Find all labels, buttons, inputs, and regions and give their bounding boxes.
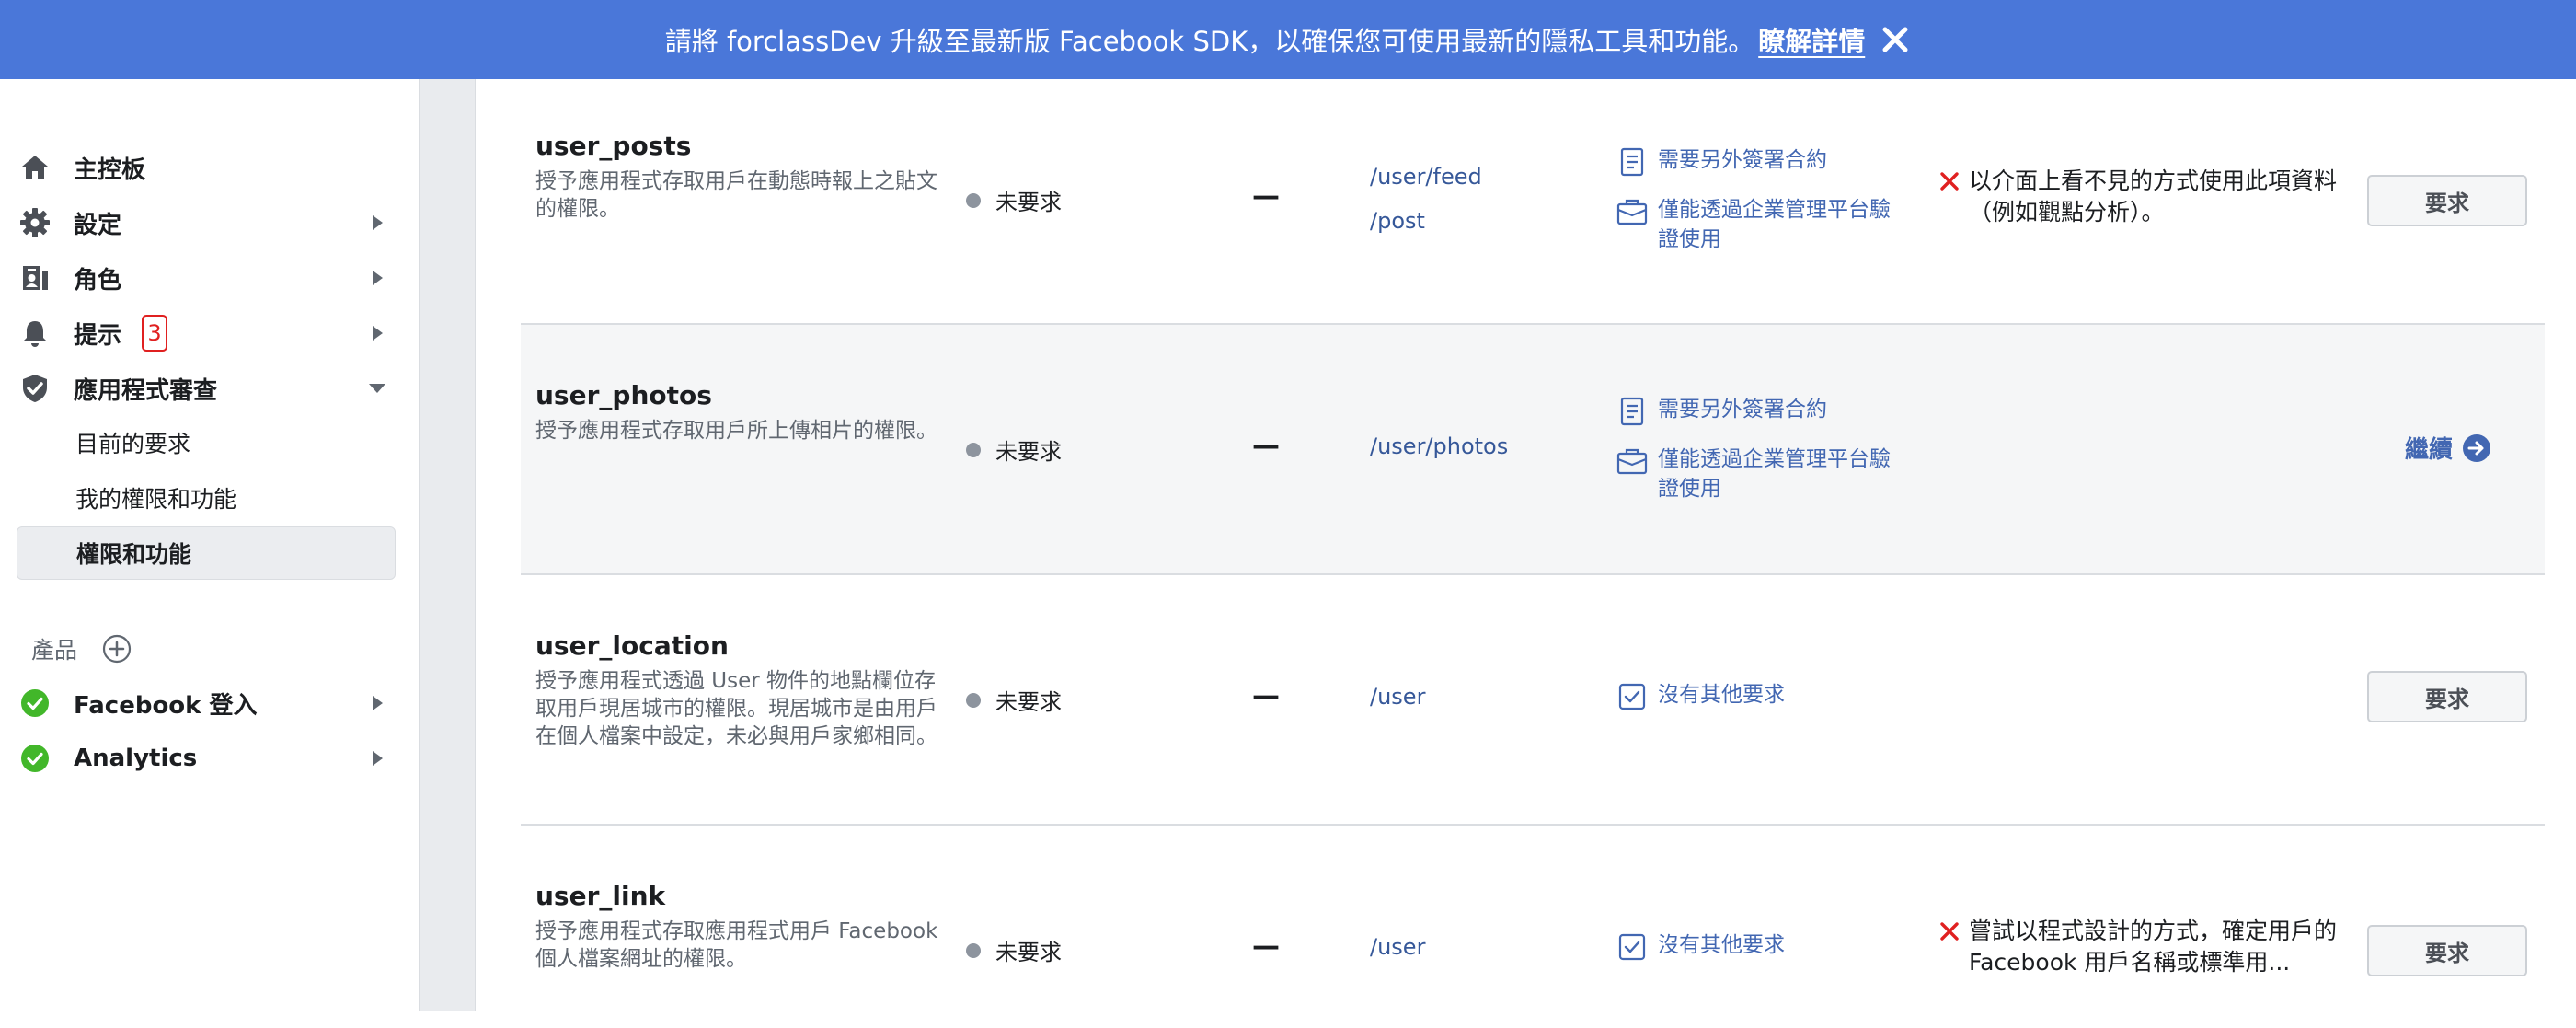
home-icon bbox=[17, 149, 53, 186]
access-level: — bbox=[1252, 430, 1280, 462]
endpoint-link[interactable]: /user/feed bbox=[1370, 164, 1482, 190]
shield-check-icon bbox=[17, 370, 53, 407]
sidebar-item-label: Facebook 登入 bbox=[74, 691, 258, 720]
requirement-none[interactable]: 沒有其他要求 bbox=[1616, 930, 1906, 964]
sidebar: 主控板 設定 角色 提示 3 應用程式審查 目前的要求 我的權限和功能 權限和功… bbox=[0, 79, 419, 1011]
permission-name: user_link bbox=[535, 881, 666, 911]
gear-icon bbox=[17, 204, 53, 241]
permission-name: user_posts bbox=[535, 131, 692, 161]
upgrade-banner: 請將 forclassDev 升級至最新版 Facebook SDK，以確保您可… bbox=[0, 0, 2576, 79]
access-level: — bbox=[1252, 680, 1280, 712]
sidebar-subitem-label: 目前的要求 bbox=[75, 431, 191, 457]
permission-status: 未要求 bbox=[966, 684, 1062, 716]
sidebar-item-dashboard[interactable]: 主控板 bbox=[17, 140, 396, 195]
chevron-right-icon bbox=[368, 749, 386, 768]
permission-status: 未要求 bbox=[966, 934, 1062, 966]
permission-row-user-posts: user_posts 授予應用程式存取用戶在動態時報上之貼文的權限。 未要求 —… bbox=[521, 79, 2545, 325]
sidebar-item-facebook-login[interactable]: Facebook 登入 bbox=[17, 676, 396, 731]
sidebar-item-roles[interactable]: 角色 bbox=[17, 250, 396, 306]
sidebar-item-alerts[interactable]: 提示 3 bbox=[17, 306, 396, 361]
sidebar-divider bbox=[419, 79, 476, 1011]
permission-description: 授予應用程式存取應用程式用戶 Facebook 個人檔案網址的權限。 bbox=[535, 919, 938, 971]
close-icon[interactable] bbox=[1880, 24, 1911, 55]
endpoint-link[interactable]: /user bbox=[1370, 934, 1425, 960]
request-button[interactable]: 要求 bbox=[2367, 925, 2527, 976]
products-label: 產品 bbox=[31, 637, 78, 664]
sidebar-subitem-label: 權限和功能 bbox=[76, 541, 192, 568]
checkbox-checked-icon bbox=[1616, 680, 1649, 713]
endpoint-link[interactable]: /post bbox=[1370, 208, 1425, 234]
roles-icon bbox=[17, 260, 53, 296]
permission-description: 授予應用程式透過 User 物件的地點欄位存取用戶現居城市的權限。現居城市是由用… bbox=[535, 669, 937, 748]
status-text: 未要求 bbox=[995, 689, 1062, 715]
permission-row-user-link: user_link 授予應用程式存取應用程式用戶 Facebook 個人檔案網址… bbox=[521, 826, 2545, 1028]
sidebar-subitem-current-requests[interactable]: 目前的要求 bbox=[17, 416, 396, 469]
arrow-right-circle-icon bbox=[2462, 433, 2491, 463]
sidebar-item-label: 角色 bbox=[74, 266, 122, 295]
status-text: 未要求 bbox=[995, 439, 1062, 465]
briefcase-check-icon bbox=[1616, 195, 1649, 228]
status-text: 未要求 bbox=[995, 940, 1062, 965]
x-mark-icon bbox=[1938, 916, 1961, 947]
check-circle-icon bbox=[17, 740, 53, 777]
briefcase-check-icon bbox=[1616, 445, 1649, 478]
alert-count-badge: 3 bbox=[142, 315, 168, 352]
document-icon bbox=[1616, 395, 1649, 428]
checkbox-checked-icon bbox=[1616, 930, 1649, 964]
learn-more-link[interactable]: 瞭解詳情 bbox=[1758, 20, 1865, 59]
sidebar-item-label: 設定 bbox=[74, 211, 122, 239]
sidebar-item-app-review[interactable]: 應用程式審查 bbox=[17, 361, 396, 416]
status-dot bbox=[966, 692, 981, 708]
banner-message: 請將 forclassDev 升級至最新版 Facebook SDK，以確保您可… bbox=[664, 26, 1755, 57]
continue-link[interactable]: 繼續 bbox=[2405, 431, 2491, 465]
sidebar-item-label: 主控板 bbox=[74, 156, 146, 184]
sidebar-subitem-permissions-and-features[interactable]: 權限和功能 bbox=[17, 526, 396, 580]
requirement-business-verification[interactable]: 僅能透過企業管理平台驗證使用 bbox=[1616, 195, 1906, 254]
access-level: — bbox=[1252, 930, 1280, 963]
permission-name: user_location bbox=[535, 630, 729, 661]
permission-row-user-location: user_location 授予應用程式透過 User 物件的地點欄位存取用戶現… bbox=[521, 575, 2545, 826]
chevron-right-icon bbox=[368, 269, 386, 287]
request-button[interactable]: 要求 bbox=[2367, 671, 2527, 722]
continue-label: 繼續 bbox=[2405, 436, 2454, 464]
sidebar-item-analytics[interactable]: Analytics bbox=[17, 731, 396, 786]
chevron-right-icon bbox=[368, 324, 386, 342]
request-button[interactable]: 要求 bbox=[2367, 175, 2527, 226]
sidebar-item-settings[interactable]: 設定 bbox=[17, 195, 396, 250]
x-mark-icon bbox=[1938, 166, 1961, 197]
sidebar-item-label: 應用程式審查 bbox=[74, 376, 218, 405]
permission-description: 授予應用程式存取用戶所上傳相片的權限。 bbox=[535, 419, 937, 443]
permission-status: 未要求 bbox=[966, 184, 1062, 216]
chevron-down-icon bbox=[368, 379, 386, 398]
status-dot bbox=[966, 192, 981, 208]
endpoint-link[interactable]: /user bbox=[1370, 684, 1425, 710]
usage-note: 以介面上看不見的方式使用此項資料（例如觀點分析）。 bbox=[1938, 166, 2341, 228]
bell-icon bbox=[17, 315, 53, 352]
permission-row-user-photos: user_photos 授予應用程式存取用戶所上傳相片的權限。 未要求 — /u… bbox=[521, 325, 2545, 575]
chevron-right-icon bbox=[368, 214, 386, 232]
sidebar-item-label: 提示 bbox=[74, 321, 122, 350]
status-dot bbox=[966, 942, 981, 958]
sidebar-subitem-my-permissions[interactable]: 我的權限和功能 bbox=[17, 471, 396, 525]
check-circle-icon bbox=[17, 685, 53, 722]
sidebar-item-label: Analytics bbox=[74, 745, 198, 772]
add-product-icon[interactable] bbox=[101, 633, 132, 664]
endpoint-link[interactable]: /user/photos bbox=[1370, 433, 1508, 459]
sidebar-subitem-label: 我的權限和功能 bbox=[75, 486, 237, 513]
permissions-list: user_posts 授予應用程式存取用戶在動態時報上之貼文的權限。 未要求 —… bbox=[476, 79, 2576, 1011]
permission-status: 未要求 bbox=[966, 433, 1062, 466]
requirement-business-verification[interactable]: 僅能透過企業管理平台驗證使用 bbox=[1616, 445, 1906, 503]
access-level: — bbox=[1252, 180, 1280, 213]
requirement-contract[interactable]: 需要另外簽署合約 bbox=[1616, 145, 1906, 179]
chevron-right-icon bbox=[368, 694, 386, 712]
requirement-none[interactable]: 沒有其他要求 bbox=[1616, 680, 1906, 713]
status-dot bbox=[966, 442, 981, 457]
products-section-header: 產品 bbox=[31, 626, 132, 672]
usage-note: 嘗試以程式設計的方式，確定用戶的 Facebook 用戶名稱或標準用... bbox=[1938, 916, 2341, 978]
document-icon bbox=[1616, 145, 1649, 179]
permission-name: user_photos bbox=[535, 380, 712, 410]
permission-description: 授予應用程式存取用戶在動態時報上之貼文的權限。 bbox=[535, 169, 937, 221]
status-text: 未要求 bbox=[995, 190, 1062, 215]
requirement-contract[interactable]: 需要另外簽署合約 bbox=[1616, 395, 1906, 428]
